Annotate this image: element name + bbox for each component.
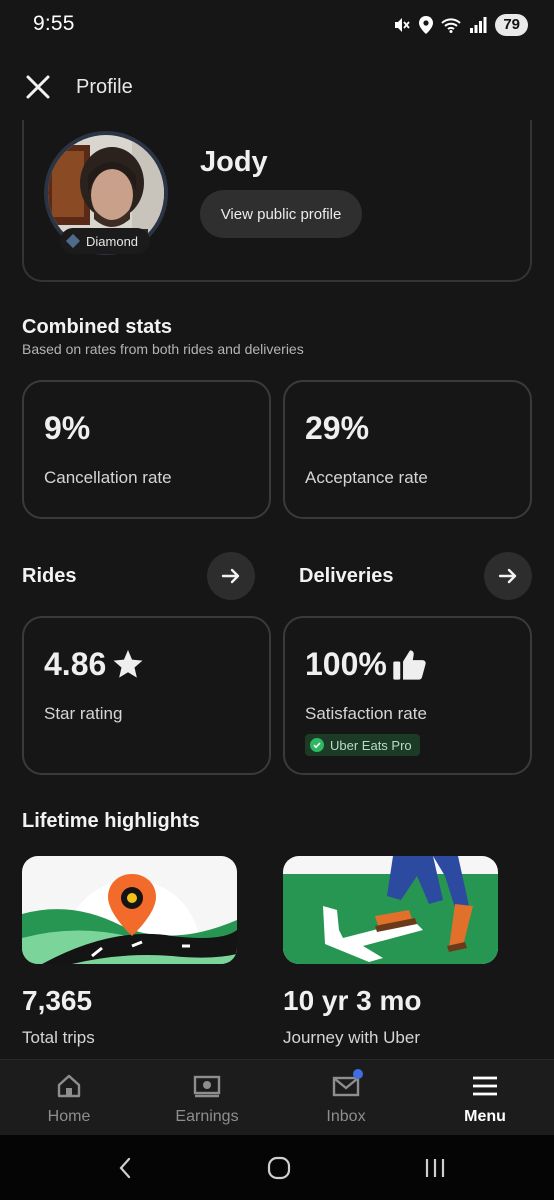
nav-menu-label: Menu	[464, 1108, 506, 1125]
satisfaction-rate-value-row: 100%	[305, 646, 427, 683]
signal-icon	[470, 17, 487, 33]
satisfaction-rate-card: 100% Satisfaction rate Uber Eats Pro	[283, 616, 532, 775]
recents-icon	[425, 1159, 445, 1177]
view-public-profile-button[interactable]: View public profile	[200, 190, 362, 238]
combined-stats-title: Combined stats	[22, 316, 173, 338]
status-bar: 9:55 79	[0, 0, 554, 50]
status-icons: 79	[393, 12, 528, 38]
mute-icon	[395, 18, 411, 32]
uber-eats-pro-label: Uber Eats Pro	[330, 737, 412, 753]
nav-inbox[interactable]: Inbox	[277, 1060, 415, 1136]
battery-indicator: 79	[495, 14, 528, 36]
earnings-icon	[192, 1072, 222, 1100]
check-icon	[310, 738, 324, 752]
journey-label: Journey with Uber	[283, 1028, 421, 1047]
inbox-notification-dot	[353, 1069, 363, 1079]
rides-title: Rides	[22, 565, 77, 587]
location-icon	[419, 16, 434, 34]
star-rating-card: 4.86 Star rating	[22, 616, 271, 775]
journey-illustration	[283, 856, 498, 964]
lifetime-highlights-title: Lifetime highlights	[22, 810, 200, 832]
satisfaction-rate-value: 100%	[305, 646, 387, 682]
rides-arrow-button[interactable]	[207, 552, 255, 600]
diamond-icon	[65, 233, 81, 249]
system-nav-bar	[0, 1135, 554, 1200]
profile-card: Diamond Jody View public profile	[22, 120, 532, 282]
star-icon	[113, 649, 143, 678]
acceptance-rate-card: 29% Acceptance rate	[283, 380, 532, 519]
thumbs-up-icon	[393, 649, 426, 680]
deliveries-arrow-button[interactable]	[484, 552, 532, 600]
journey-value: 10 yr 3 mo	[283, 985, 422, 1016]
nav-menu[interactable]: Menu	[416, 1060, 554, 1136]
system-recents-button[interactable]	[420, 1155, 450, 1181]
status-time: 9:55	[33, 12, 75, 35]
system-back-button[interactable]	[110, 1155, 140, 1181]
combined-stats-subtitle: Based on rates from both rides and deliv…	[22, 341, 304, 357]
tier-badge: Diamond	[60, 228, 151, 254]
acceptance-rate-value: 29%	[305, 410, 370, 446]
back-icon	[119, 1157, 131, 1179]
nav-home[interactable]: Home	[0, 1060, 138, 1136]
home-circle-icon	[267, 1156, 291, 1180]
wifi-icon	[441, 18, 462, 33]
deliveries-title: Deliveries	[299, 565, 394, 587]
cancellation-rate-value: 9%	[44, 410, 91, 446]
profile-name: Jody	[200, 146, 268, 178]
acceptance-rate-label: Acceptance rate	[305, 468, 428, 487]
star-rating-label: Star rating	[44, 704, 123, 723]
nav-earnings[interactable]: Earnings	[138, 1060, 276, 1136]
total-trips-label: Total trips	[22, 1028, 95, 1047]
uber-eats-pro-badge: Uber Eats Pro	[305, 734, 420, 756]
nav-home-label: Home	[47, 1108, 91, 1125]
tier-label: Diamond	[86, 233, 139, 249]
nav-earnings-label: Earnings	[175, 1108, 239, 1125]
nav-inbox-label: Inbox	[326, 1108, 366, 1125]
satisfaction-rate-label: Satisfaction rate	[305, 704, 427, 723]
total-trips-value: 7,365	[22, 985, 93, 1016]
total-trips-illustration	[22, 856, 237, 964]
close-icon	[26, 75, 50, 99]
top-bar: Profile	[0, 60, 554, 114]
star-rating-value-row: 4.86	[44, 646, 144, 683]
arrow-right-icon	[498, 568, 517, 584]
star-rating-value: 4.86	[44, 646, 107, 682]
system-home-button[interactable]	[264, 1155, 294, 1181]
page-title: Profile	[76, 76, 133, 98]
close-button[interactable]	[22, 71, 54, 103]
menu-icon	[470, 1072, 500, 1100]
cancellation-rate-card: 9% Cancellation rate	[22, 380, 271, 519]
arrow-right-icon	[221, 568, 240, 584]
cancellation-rate-label: Cancellation rate	[44, 468, 172, 487]
home-icon	[54, 1072, 84, 1100]
bottom-nav: Home Earnings Inbox Menu	[0, 1059, 554, 1135]
